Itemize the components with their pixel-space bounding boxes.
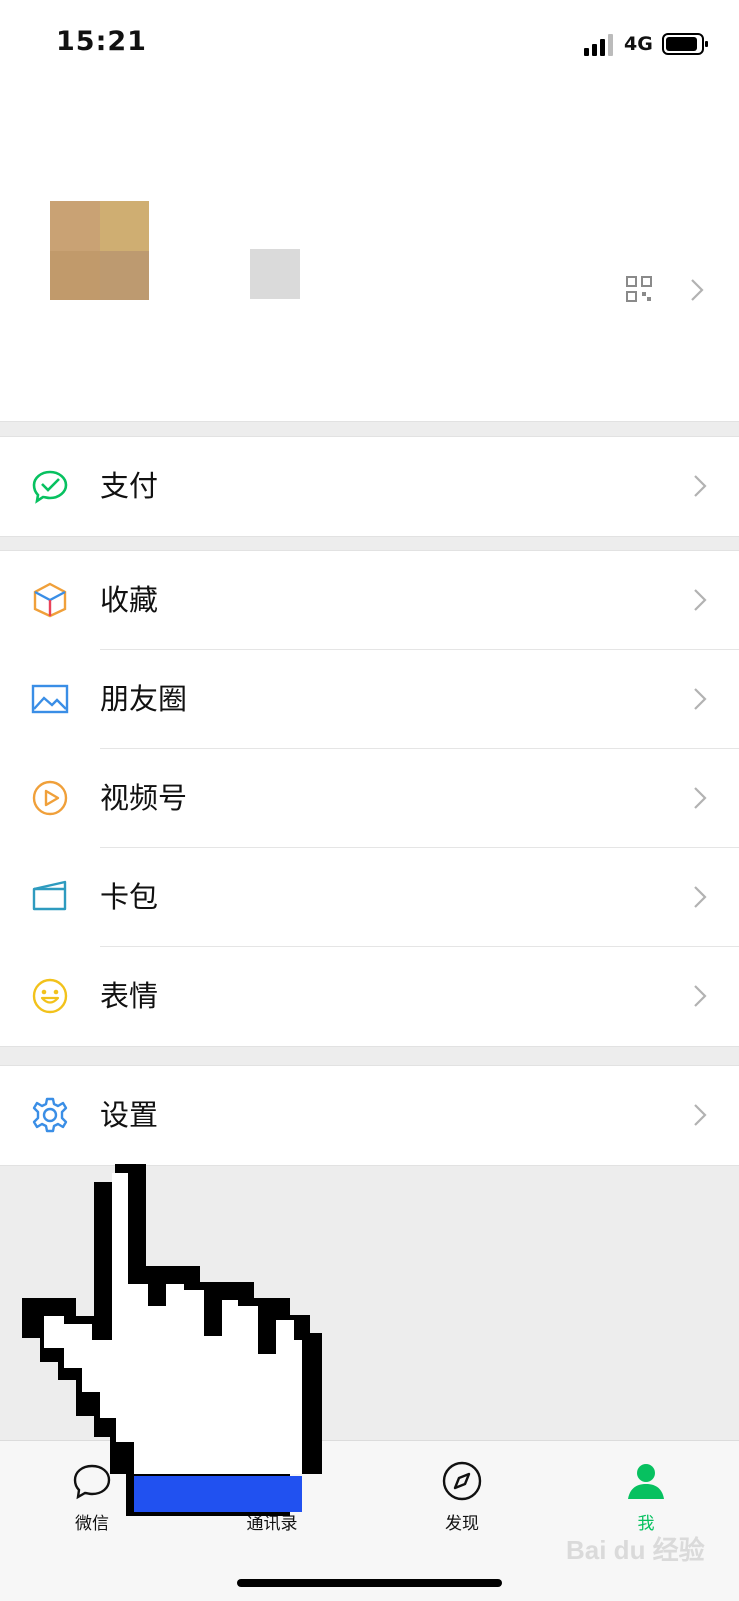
menu-item-pay[interactable]: 支付 bbox=[0, 437, 739, 536]
chevron-right-icon bbox=[694, 589, 707, 611]
status-bar: 15:21 4G bbox=[0, 0, 739, 90]
chevron-right-icon bbox=[694, 985, 707, 1007]
menu-item-label: 朋友圈 bbox=[100, 682, 188, 716]
menu-item-favorites[interactable]: 收藏 bbox=[0, 551, 739, 650]
favorites-icon bbox=[33, 582, 67, 618]
menu-item-label: 设置 bbox=[100, 1098, 159, 1132]
battery-icon bbox=[662, 33, 708, 55]
nickname-redacted bbox=[250, 249, 300, 299]
me-icon bbox=[628, 1464, 664, 1499]
menu-item-moments[interactable]: 朋友圈 bbox=[0, 650, 739, 749]
menu-group-settings: 设置 bbox=[0, 1065, 739, 1166]
status-time: 15:21 bbox=[56, 26, 147, 57]
tab-discover[interactable]: 发现 bbox=[402, 1459, 522, 1534]
qr-code-icon[interactable] bbox=[626, 276, 652, 302]
watermark: Bai du 经验 bbox=[566, 1535, 705, 1565]
chevron-right-icon bbox=[694, 886, 707, 908]
menu-item-label: 视频号 bbox=[100, 781, 188, 815]
menu-group-main: 收藏 朋友圈 视频号 卡包 表情 bbox=[0, 550, 739, 1047]
chevron-right-icon bbox=[694, 475, 707, 497]
network-type: 4G bbox=[624, 33, 653, 55]
avatar[interactable] bbox=[50, 201, 149, 300]
chevron-right-icon bbox=[694, 688, 707, 710]
menu-item-settings[interactable]: 设置 bbox=[0, 1066, 739, 1165]
tab-me[interactable]: 我 bbox=[586, 1459, 706, 1534]
profile-header[interactable] bbox=[0, 90, 739, 422]
pointer-hand-cursor bbox=[22, 1164, 322, 1516]
menu-item-label: 收藏 bbox=[100, 583, 159, 617]
settings-icon bbox=[32, 1097, 68, 1133]
tab-label: 发现 bbox=[445, 1514, 479, 1534]
menu-item-label: 表情 bbox=[100, 979, 159, 1013]
chevron-right-icon bbox=[691, 279, 704, 301]
chevron-right-icon bbox=[694, 1104, 707, 1126]
card-wallet-icon bbox=[32, 880, 67, 911]
menu-item-channels[interactable]: 视频号 bbox=[0, 749, 739, 848]
discover-icon bbox=[442, 1461, 482, 1501]
home-indicator bbox=[237, 1579, 502, 1587]
menu-group-pay: 支付 bbox=[0, 436, 739, 537]
emoji-icon bbox=[32, 978, 68, 1014]
menu-item-card-wallet[interactable]: 卡包 bbox=[0, 848, 739, 947]
channels-icon bbox=[32, 780, 68, 816]
menu-item-label: 卡包 bbox=[100, 880, 159, 914]
menu-item-label: 支付 bbox=[100, 469, 159, 503]
menu-item-emoji[interactable]: 表情 bbox=[0, 947, 739, 1046]
signal-icon bbox=[584, 34, 613, 56]
moments-icon bbox=[31, 684, 69, 714]
pay-icon bbox=[32, 470, 68, 504]
chevron-right-icon bbox=[694, 787, 707, 809]
